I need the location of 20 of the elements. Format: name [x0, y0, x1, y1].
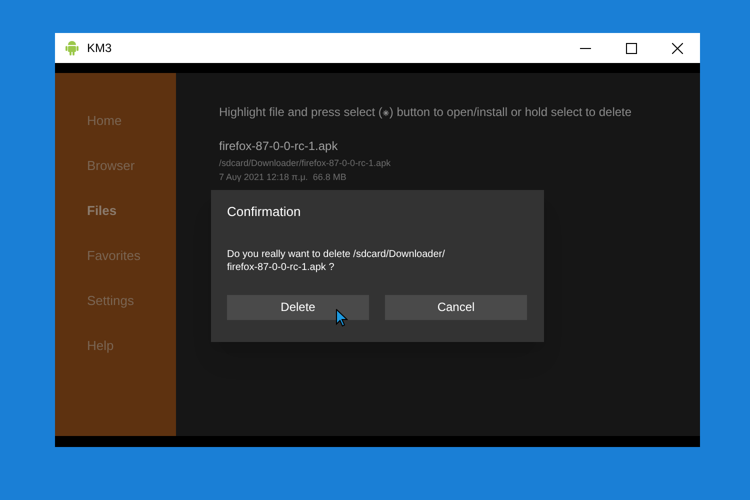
file-name: firefox-87-0-0-rc-1.apk [219, 138, 339, 155]
sidebar-item[interactable]: Settings [87, 291, 176, 311]
dialog-button[interactable]: Delete [227, 294, 369, 320]
file-path: /sdcard/Downloader/firefox-87-0-0-rc-1.apk [219, 157, 392, 170]
sidebar-item[interactable]: Home [87, 111, 176, 131]
close-icon [672, 42, 682, 54]
dialog-message: Do you really want to delete /sdcard/Downloader/ firefox-87-0-0-rc-1.apk ? [227, 248, 446, 274]
file-item[interactable]: firefox-87-0-0-rc-1.apk /sdcard/Downloader/firefox-87-0-0-rc-1.apk 7 Αυγ 2021 12:18 π.μ. 66.8 MB [219, 137, 700, 182]
sidebar-item[interactable]: Browser [87, 156, 176, 176]
maximize-icon [626, 42, 636, 54]
sidebar-item[interactable]: Favorites [87, 246, 176, 266]
mouse-pointer-icon [336, 309, 348, 327]
sidebar-item[interactable]: Help [87, 336, 176, 356]
android-logo-icon [65, 40, 79, 56]
window-title: KM3 [87, 40, 112, 57]
file-info: 7 Αυγ 2021 12:18 π.μ. 66.8 MB [219, 172, 348, 182]
sidebar-item[interactable]: Files [87, 201, 176, 221]
dialog-title: Confirmation [227, 203, 302, 221]
dialog-button[interactable]: Cancel [385, 294, 527, 320]
hint-text: Highlight file and press select (⁕) button to open/install or hold select to delete [219, 104, 633, 121]
